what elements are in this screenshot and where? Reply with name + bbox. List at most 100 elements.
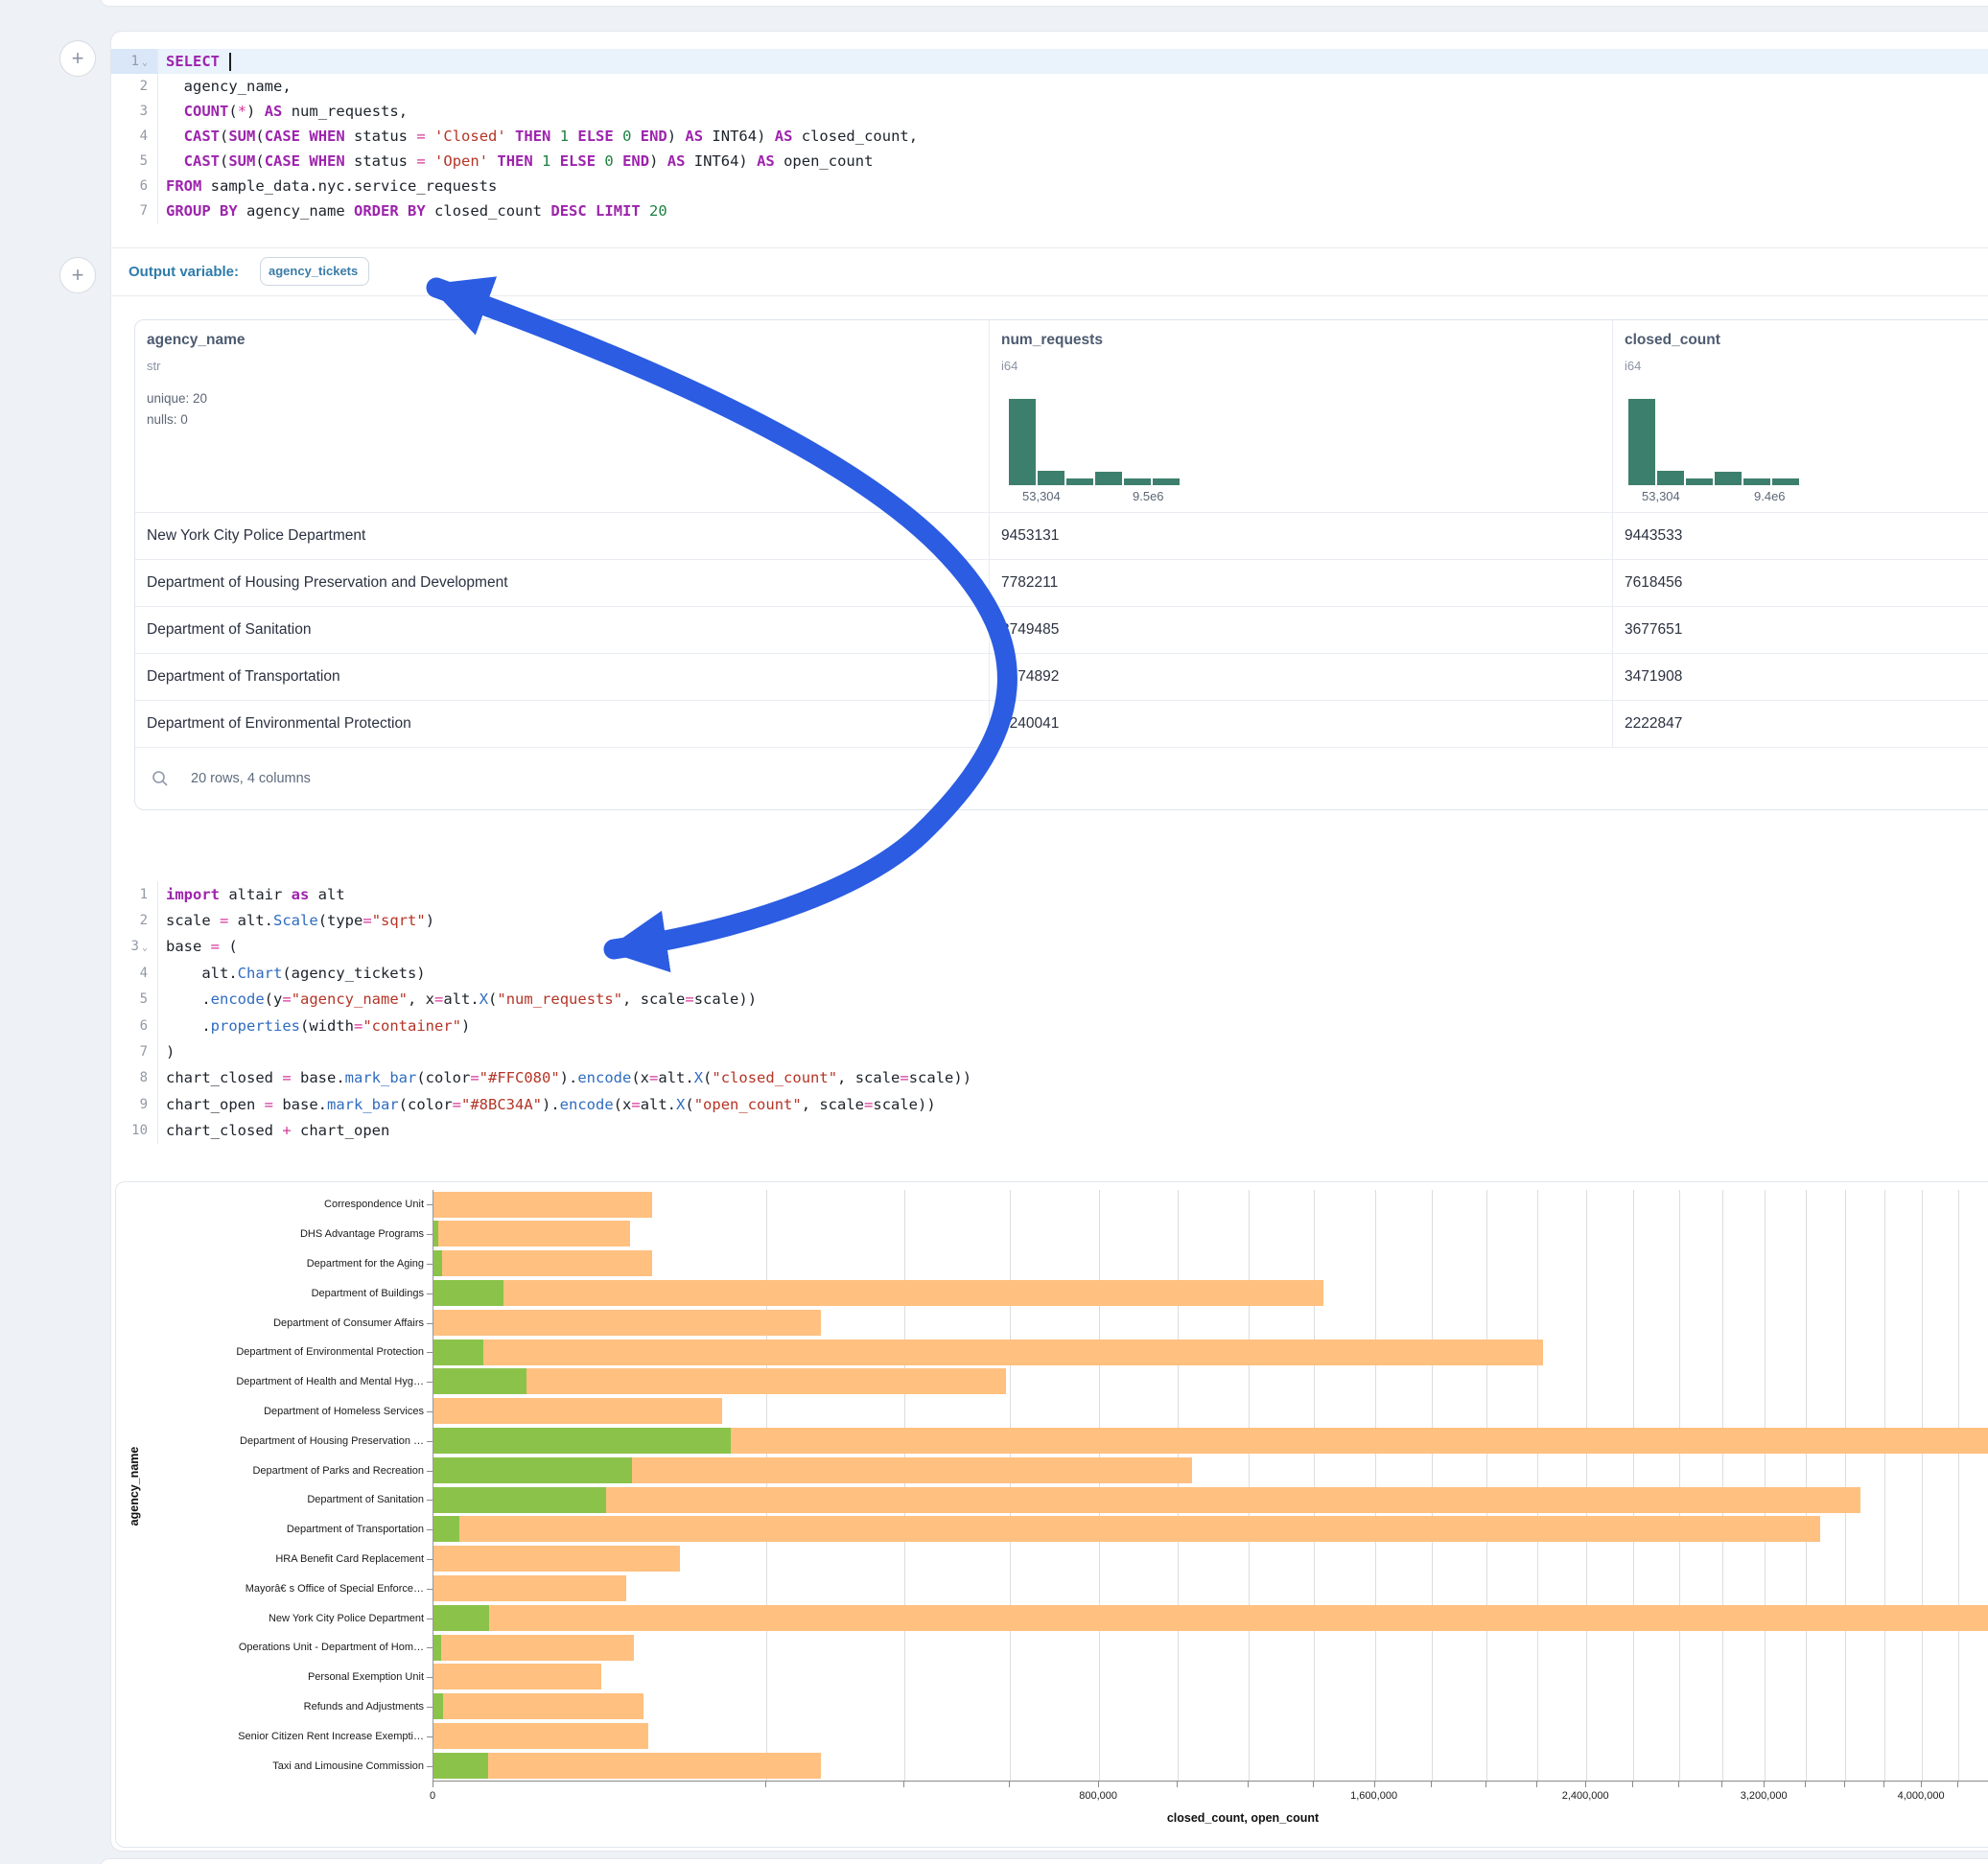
cell-num-requests: 2240041 [1001, 701, 1059, 747]
code-text[interactable]: scale = alt.Scale(type="sqrt") [157, 907, 1988, 933]
gridline [904, 1190, 905, 1781]
line-number: 7 [111, 1038, 157, 1064]
histogram-bar [1038, 471, 1064, 485]
sql-editor[interactable]: 1⌄SELECT2 agency_name,3 COUNT(*) AS num_… [111, 49, 1988, 223]
code-text[interactable]: ) [157, 1038, 1988, 1064]
x-axis-tick [1248, 1782, 1249, 1787]
gridline [1679, 1190, 1680, 1781]
code-text[interactable]: CAST(SUM(CASE WHEN status = 'Open' THEN … [157, 149, 1988, 174]
histogram-bar [1095, 472, 1122, 485]
code-text[interactable]: chart_closed + chart_open [157, 1118, 1988, 1144]
histogram-bar [1772, 478, 1799, 485]
code-line[interactable]: 5 CAST(SUM(CASE WHEN status = 'Open' THE… [111, 149, 1988, 174]
line-number: 2 [111, 907, 157, 933]
code-line[interactable]: 4 alt.Chart(agency_tickets) [111, 960, 1988, 986]
code-line[interactable]: 2scale = alt.Scale(type="sqrt") [111, 907, 1988, 933]
y-axis-label: Department of Environmental Protection [236, 1346, 424, 1358]
python-editor[interactable]: 1import altair as alt2scale = alt.Scale(… [111, 881, 1988, 1144]
gridline [1432, 1190, 1433, 1781]
histogram-max-label: 9.5e6 [1133, 489, 1164, 503]
histogram-bar [1657, 471, 1684, 485]
code-text[interactable]: FROM sample_data.nyc.service_requests [157, 174, 1988, 198]
code-text[interactable]: .properties(width="container") [157, 1013, 1988, 1038]
y-axis-label: Mayorâ€ s Office of Special Enforce… [246, 1583, 424, 1595]
x-axis-tick [1009, 1782, 1010, 1787]
bar-open [433, 1487, 606, 1513]
x-axis-tick [1805, 1782, 1806, 1787]
x-axis-tick [1585, 1782, 1586, 1787]
table-row: New York City Police Department945313194… [135, 512, 1988, 559]
bar-closed [433, 1693, 643, 1719]
x-axis-tick [1098, 1782, 1099, 1787]
gridline [1486, 1190, 1487, 1781]
line-number: 6 [111, 174, 157, 198]
bar-open [433, 1250, 442, 1276]
histogram-bar [1009, 399, 1036, 485]
code-line[interactable]: 7) [111, 1038, 1988, 1064]
code-line[interactable]: 4 CAST(SUM(CASE WHEN status = 'Closed' T… [111, 124, 1988, 149]
y-axis-label: Department of Buildings [312, 1288, 424, 1299]
num-requests-histogram [1009, 399, 1180, 485]
code-text[interactable]: SELECT [157, 49, 1988, 74]
code-line[interactable]: 1import altair as alt [111, 881, 1988, 907]
x-axis-label: 2,400,000 [1562, 1790, 1609, 1802]
code-line[interactable]: 3 COUNT(*) AS num_requests, [111, 99, 1988, 124]
bar-closed [433, 1546, 680, 1572]
gridline [1958, 1190, 1959, 1781]
add-cell-button-top[interactable]: + [59, 40, 96, 77]
code-line[interactable]: 1⌄SELECT [111, 49, 1988, 74]
column-type: str [147, 359, 160, 373]
x-axis-tick [903, 1782, 904, 1787]
code-text[interactable]: CAST(SUM(CASE WHEN status = 'Closed' THE… [157, 124, 1988, 149]
fold-caret-icon[interactable]: ⌄ [142, 943, 148, 953]
gridline [1806, 1190, 1807, 1781]
fold-caret-icon[interactable]: ⌄ [142, 58, 148, 68]
code-line[interactable]: 6 .properties(width="container") [111, 1013, 1988, 1038]
code-text[interactable]: base = ( [157, 934, 1988, 960]
y-axis-label: Taxi and Limousine Commission [272, 1760, 424, 1772]
x-axis-tick [1177, 1782, 1178, 1787]
code-line[interactable]: 7GROUP BY agency_name ORDER BY closed_co… [111, 198, 1988, 223]
code-line[interactable]: 5 .encode(y="agency_name", x=alt.X("num_… [111, 987, 1988, 1013]
code-text[interactable]: chart_closed = base.mark_bar(color="#FFC… [157, 1065, 1988, 1091]
code-text[interactable]: COUNT(*) AS num_requests, [157, 99, 1988, 124]
code-line[interactable]: 6FROM sample_data.nyc.service_requests [111, 174, 1988, 198]
code-text[interactable]: .encode(y="agency_name", x=alt.X("num_re… [157, 987, 1988, 1013]
gridline [766, 1190, 767, 1781]
line-number: 3⌄ [111, 934, 157, 960]
code-text[interactable]: alt.Chart(agency_tickets) [157, 960, 1988, 986]
histogram-bar [1153, 478, 1180, 485]
line-number: 8 [111, 1065, 157, 1091]
y-axis-label: Department of Consumer Affairs [273, 1317, 424, 1329]
x-axis-tick [1313, 1782, 1314, 1787]
code-line[interactable]: 10chart_closed + chart_open [111, 1118, 1988, 1144]
y-axis-label: Department of Homeless Services [264, 1406, 424, 1417]
x-axis-tick [1957, 1782, 1958, 1787]
code-line[interactable]: 8chart_closed = base.mark_bar(color="#FF… [111, 1065, 1988, 1091]
code-line[interactable]: 2 agency_name, [111, 74, 1988, 99]
code-text[interactable]: GROUP BY agency_name ORDER BY closed_cou… [157, 198, 1988, 223]
histogram-bar [1715, 472, 1742, 485]
table-preview: agency_name str unique: 20 nulls: 0 num_… [134, 319, 1988, 810]
search-icon[interactable] [151, 769, 170, 788]
cell-agency-name: Department of Housing Preservation and D… [147, 560, 508, 606]
code-text[interactable]: chart_open = base.mark_bar(color="#8BC34… [157, 1091, 1988, 1117]
code-text[interactable]: agency_name, [157, 74, 1988, 99]
column-header-num-requests: num_requests [1001, 332, 1103, 349]
y-axis-label: Department of Transportation [287, 1524, 424, 1535]
histogram-bar [1628, 399, 1655, 485]
bar-closed [433, 1753, 821, 1779]
x-axis-tick [1536, 1782, 1537, 1787]
histogram-bar [1066, 478, 1093, 485]
bar-open [433, 1635, 441, 1661]
add-cell-button-output[interactable]: + [59, 257, 96, 293]
code-line[interactable]: 9chart_open = base.mark_bar(color="#8BC3… [111, 1091, 1988, 1117]
code-line[interactable]: 3⌄base = ( [111, 934, 1988, 960]
column-type: i64 [1625, 359, 1641, 373]
y-axis-label: Senior Citizen Rent Increase Exempti… [238, 1731, 424, 1742]
gridline [1010, 1190, 1011, 1781]
output-variable-chip[interactable]: agency_tickets [260, 257, 369, 286]
x-axis-tick [1632, 1782, 1633, 1787]
histogram-min-label: 53,304 [1642, 489, 1680, 503]
code-text[interactable]: import altair as alt [157, 881, 1988, 907]
